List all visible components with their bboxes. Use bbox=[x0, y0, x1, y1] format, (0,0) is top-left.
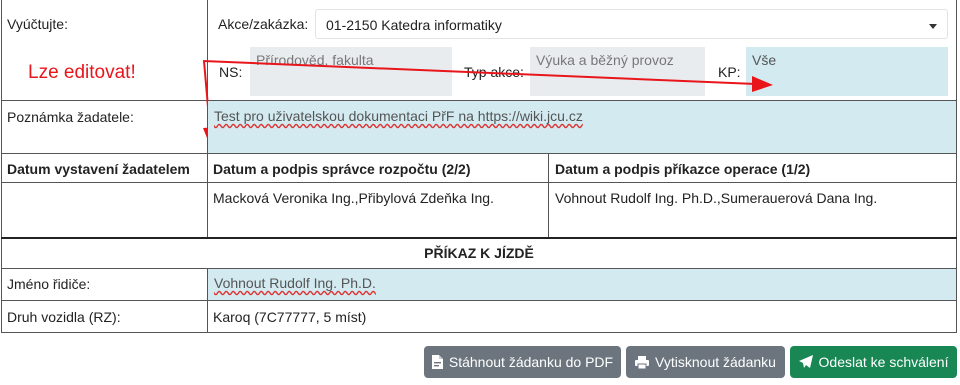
table-col-divider bbox=[207, 153, 208, 238]
vozidlo-label: Druh vozidla (RZ): bbox=[7, 309, 121, 325]
row-divider bbox=[1, 237, 957, 239]
cell-prikazce: Vohnout Rudolf Ing. Ph.D.,Sumerauerová D… bbox=[555, 190, 878, 206]
col-header-vystaveni: Datum vystavení žadatelem bbox=[7, 161, 190, 177]
cell-spravce: Macková Veronika Ing.,Přibylová Zdeňka I… bbox=[213, 190, 494, 206]
row-divider bbox=[1, 300, 957, 301]
print-button[interactable]: Vytisknout žádanku bbox=[626, 346, 785, 378]
table-col-divider bbox=[548, 153, 549, 238]
poznamka-field[interactable]: Test pro uživatelskou dokumentaci PřF na… bbox=[208, 101, 956, 153]
download-pdf-button[interactable]: Stáhnout žádanku do PDF bbox=[424, 346, 621, 378]
poznamka-value: Test pro uživatelskou dokumentaci PřF na… bbox=[214, 108, 583, 124]
row-divider bbox=[1, 332, 957, 333]
col-header-prikazce: Datum a podpis příkazce operace (1/2) bbox=[555, 161, 811, 177]
paper-plane-icon bbox=[798, 355, 813, 368]
vozidlo-value: Karoq (7C77777, 5 míst) bbox=[213, 309, 367, 325]
send-for-approval-button[interactable]: Odeslat ke schválení bbox=[790, 346, 957, 378]
printer-icon bbox=[635, 355, 650, 369]
poznamka-label: Poznámka žadatele: bbox=[7, 109, 134, 125]
row-divider bbox=[1, 182, 957, 183]
annotation-arrow-right bbox=[202, 60, 757, 85]
download-pdf-label: Stáhnout žádanku do PDF bbox=[448, 354, 614, 370]
ridic-value: Vohnout Rudolf Ing. Ph.D. bbox=[214, 275, 376, 291]
annotation-arrowhead-right bbox=[752, 76, 773, 92]
ridic-field[interactable]: Vohnout Rudolf Ing. Ph.D. bbox=[208, 269, 956, 300]
ridic-label: Jméno řidiče: bbox=[7, 276, 91, 292]
print-label: Vytisknout žádanku bbox=[655, 354, 776, 370]
send-label: Odeslat ke schválení bbox=[818, 354, 949, 370]
prikaz-title: PŘÍKAZ K JÍZDĚ bbox=[424, 245, 534, 261]
file-pdf-icon bbox=[431, 355, 443, 369]
col-header-spravce: Datum a podpis správce rozpočtu (2/2) bbox=[213, 161, 471, 177]
